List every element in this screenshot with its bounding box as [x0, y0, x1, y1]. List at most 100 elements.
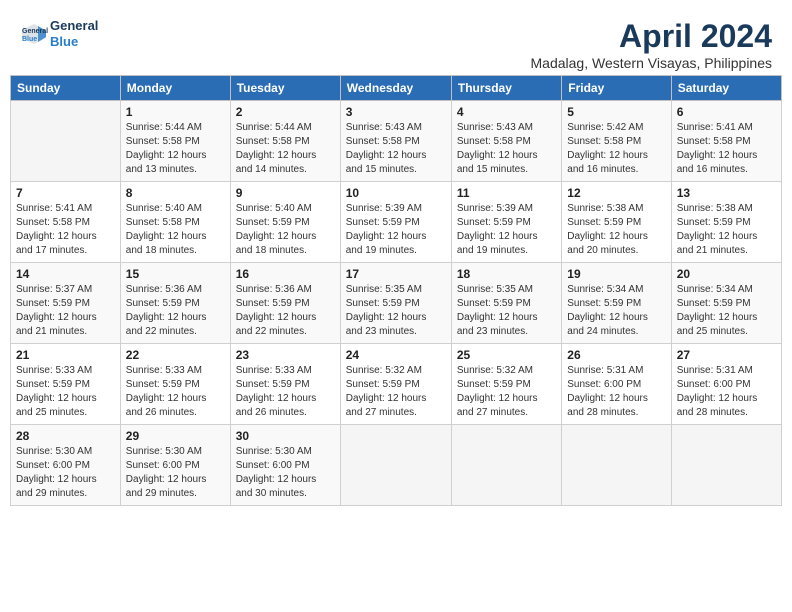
calendar-cell: 22 Sunrise: 5:33 AM Sunset: 5:59 PM Dayli…: [120, 344, 230, 425]
cell-info: Sunrise: 5:34 AM Sunset: 5:59 PM Dayligh…: [567, 283, 665, 339]
day-number: 14: [16, 267, 115, 281]
cell-info: Sunrise: 5:30 AM Sunset: 6:00 PM Dayligh…: [16, 445, 115, 501]
day-number: 8: [126, 186, 225, 200]
calendar-cell: 9Sunrise: 5:40 AM Sunset: 5:59 PM Daylig…: [230, 182, 340, 263]
cell-info: Sunrise: 5:35 AM Sunset: 5:59 PM Dayligh…: [457, 283, 556, 339]
day-number: 25: [457, 348, 556, 362]
calendar-cell: 29Sunrise: 5:30 AM Sunset: 6:00 PM Dayli…: [120, 425, 230, 506]
calendar-cell: 18Sunrise: 5:35 AM Sunset: 5:59 PM Dayli…: [451, 263, 561, 344]
calendar-cell: [451, 425, 561, 506]
calendar-cell: 26Sunrise: 5:31 AM Sunset: 6:00 PM Dayli…: [562, 344, 671, 425]
col-header-wednesday: Wednesday: [340, 76, 451, 101]
calendar-cell: 25 Sunrise: 5:32 AM Sunset: 5:59 PM Dayli…: [451, 344, 561, 425]
cell-info: Sunrise: 5:40 AM Sunset: 5:59 PM Dayligh…: [236, 202, 335, 258]
cell-info: Sunrise: 5:37 AM Sunset: 5:59 PM Dayligh…: [16, 283, 115, 339]
cell-info: Sunrise: 5:34 AM Sunset: 5:59 PM Dayligh…: [677, 283, 776, 339]
day-number: 3: [346, 105, 446, 119]
calendar-cell: 1Sunrise: 5:44 AM Sunset: 5:58 PM Daylig…: [120, 101, 230, 182]
cell-info: Sunrise: 5:38 AM Sunset: 5:59 PM Dayligh…: [567, 202, 665, 258]
calendar-cell: 5 Sunrise: 5:42 AM Sunset: 5:58 PM Daylig…: [562, 101, 671, 182]
calendar-cell: 19 Sunrise: 5:34 AM Sunset: 5:59 PM Dayli…: [562, 263, 671, 344]
calendar-cell: 6Sunrise: 5:41 AM Sunset: 5:58 PM Daylig…: [671, 101, 781, 182]
cell-info: Sunrise: 5:43 AM Sunset: 5:58 PM Dayligh…: [346, 121, 446, 177]
cell-info: Sunrise: 5:38 AM Sunset: 5:59 PM Dayligh…: [677, 202, 776, 258]
day-number: 28: [16, 429, 115, 443]
calendar-cell: 28 Sunrise: 5:30 AM Sunset: 6:00 PM Dayli…: [11, 425, 121, 506]
svg-text:General: General: [22, 28, 48, 35]
calendar-cell: 14 Sunrise: 5:37 AM Sunset: 5:59 PM Dayli…: [11, 263, 121, 344]
week-row-3: 14 Sunrise: 5:37 AM Sunset: 5:59 PM Dayli…: [11, 263, 782, 344]
day-number: 12: [567, 186, 665, 200]
calendar-cell: 7 Sunrise: 5:41 AM Sunset: 5:58 PM Daylig…: [11, 182, 121, 263]
cell-info: Sunrise: 5:36 AM Sunset: 5:59 PM Dayligh…: [236, 283, 335, 339]
calendar-cell: 10Sunrise: 5:39 AM Sunset: 5:59 PM Dayli…: [340, 182, 451, 263]
cell-info: Sunrise: 5:31 AM Sunset: 6:00 PM Dayligh…: [677, 364, 776, 420]
cell-info: Sunrise: 5:40 AM Sunset: 5:58 PM Dayligh…: [126, 202, 225, 258]
cell-info: Sunrise: 5:30 AM Sunset: 6:00 PM Dayligh…: [236, 445, 335, 501]
day-number: 4: [457, 105, 556, 119]
calendar-cell: 17 Sunrise: 5:35 AM Sunset: 5:59 PM Dayli…: [340, 263, 451, 344]
cell-info: Sunrise: 5:43 AM Sunset: 5:58 PM Dayligh…: [457, 121, 556, 177]
col-header-sunday: Sunday: [11, 76, 121, 101]
calendar-cell: 11 Sunrise: 5:39 AM Sunset: 5:59 PM Dayli…: [451, 182, 561, 263]
calendar-cell: 23 Sunrise: 5:33 AM Sunset: 5:59 PM Dayli…: [230, 344, 340, 425]
cell-info: Sunrise: 5:32 AM Sunset: 5:59 PM Dayligh…: [346, 364, 446, 420]
calendar-cell: 13 Sunrise: 5:38 AM Sunset: 5:59 PM Dayli…: [671, 182, 781, 263]
week-row-4: 21 Sunrise: 5:33 AM Sunset: 5:59 PM Dayli…: [11, 344, 782, 425]
cell-info: Sunrise: 5:33 AM Sunset: 5:59 PM Dayligh…: [236, 364, 335, 420]
col-header-tuesday: Tuesday: [230, 76, 340, 101]
calendar-body: 1Sunrise: 5:44 AM Sunset: 5:58 PM Daylig…: [11, 101, 782, 506]
day-number: 13: [677, 186, 776, 200]
calendar-cell: 4 Sunrise: 5:43 AM Sunset: 5:58 PM Daylig…: [451, 101, 561, 182]
calendar-cell: 30Sunrise: 5:30 AM Sunset: 6:00 PM Dayli…: [230, 425, 340, 506]
day-number: 1: [126, 105, 225, 119]
col-header-monday: Monday: [120, 76, 230, 101]
day-number: 15: [126, 267, 225, 281]
day-number: 2: [236, 105, 335, 119]
cell-info: Sunrise: 5:33 AM Sunset: 5:59 PM Dayligh…: [16, 364, 115, 420]
day-number: 29: [126, 429, 225, 443]
col-header-friday: Friday: [562, 76, 671, 101]
cell-info: Sunrise: 5:36 AM Sunset: 5:59 PM Dayligh…: [126, 283, 225, 339]
calendar-cell: [562, 425, 671, 506]
calendar-table: SundayMondayTuesdayWednesdayThursdayFrid…: [10, 75, 782, 506]
day-number: 23: [236, 348, 335, 362]
cell-info: Sunrise: 5:31 AM Sunset: 6:00 PM Dayligh…: [567, 364, 665, 420]
cell-info: Sunrise: 5:42 AM Sunset: 5:58 PM Dayligh…: [567, 121, 665, 177]
cell-info: Sunrise: 5:39 AM Sunset: 5:59 PM Dayligh…: [346, 202, 446, 258]
month-title: April 2024: [531, 18, 773, 55]
cell-info: Sunrise: 5:33 AM Sunset: 5:59 PM Dayligh…: [126, 364, 225, 420]
logo: General Blue General Blue: [20, 18, 98, 49]
week-row-5: 28 Sunrise: 5:30 AM Sunset: 6:00 PM Dayli…: [11, 425, 782, 506]
day-number: 16: [236, 267, 335, 281]
cell-info: Sunrise: 5:39 AM Sunset: 5:59 PM Dayligh…: [457, 202, 556, 258]
calendar-cell: 3 Sunrise: 5:43 AM Sunset: 5:58 PM Daylig…: [340, 101, 451, 182]
calendar-cell: 2Sunrise: 5:44 AM Sunset: 5:58 PM Daylig…: [230, 101, 340, 182]
col-header-saturday: Saturday: [671, 76, 781, 101]
title-section: April 2024 Madalag, Western Visayas, Phi…: [531, 18, 773, 71]
day-number: 11: [457, 186, 556, 200]
column-headers: SundayMondayTuesdayWednesdayThursdayFrid…: [11, 76, 782, 101]
cell-info: Sunrise: 5:32 AM Sunset: 5:59 PM Dayligh…: [457, 364, 556, 420]
calendar-cell: [671, 425, 781, 506]
col-header-thursday: Thursday: [451, 76, 561, 101]
calendar-cell: 12 Sunrise: 5:38 AM Sunset: 5:59 PM Dayli…: [562, 182, 671, 263]
day-number: 27: [677, 348, 776, 362]
cell-info: Sunrise: 5:41 AM Sunset: 5:58 PM Dayligh…: [16, 202, 115, 258]
calendar-cell: 21 Sunrise: 5:33 AM Sunset: 5:59 PM Dayli…: [11, 344, 121, 425]
page-header: General Blue General Blue April 2024 Mad…: [10, 10, 782, 75]
logo-icon: General Blue: [20, 20, 48, 48]
day-number: 19: [567, 267, 665, 281]
day-number: 17: [346, 267, 446, 281]
day-number: 7: [16, 186, 115, 200]
day-number: 20: [677, 267, 776, 281]
location: Madalag, Western Visayas, Philippines: [531, 55, 773, 71]
day-number: 22: [126, 348, 225, 362]
day-number: 21: [16, 348, 115, 362]
calendar-cell: [340, 425, 451, 506]
calendar-cell: 20 Sunrise: 5:34 AM Sunset: 5:59 PM Dayli…: [671, 263, 781, 344]
logo-line1: General: [50, 18, 98, 34]
day-number: 5: [567, 105, 665, 119]
calendar-cell: [11, 101, 121, 182]
cell-info: Sunrise: 5:35 AM Sunset: 5:59 PM Dayligh…: [346, 283, 446, 339]
